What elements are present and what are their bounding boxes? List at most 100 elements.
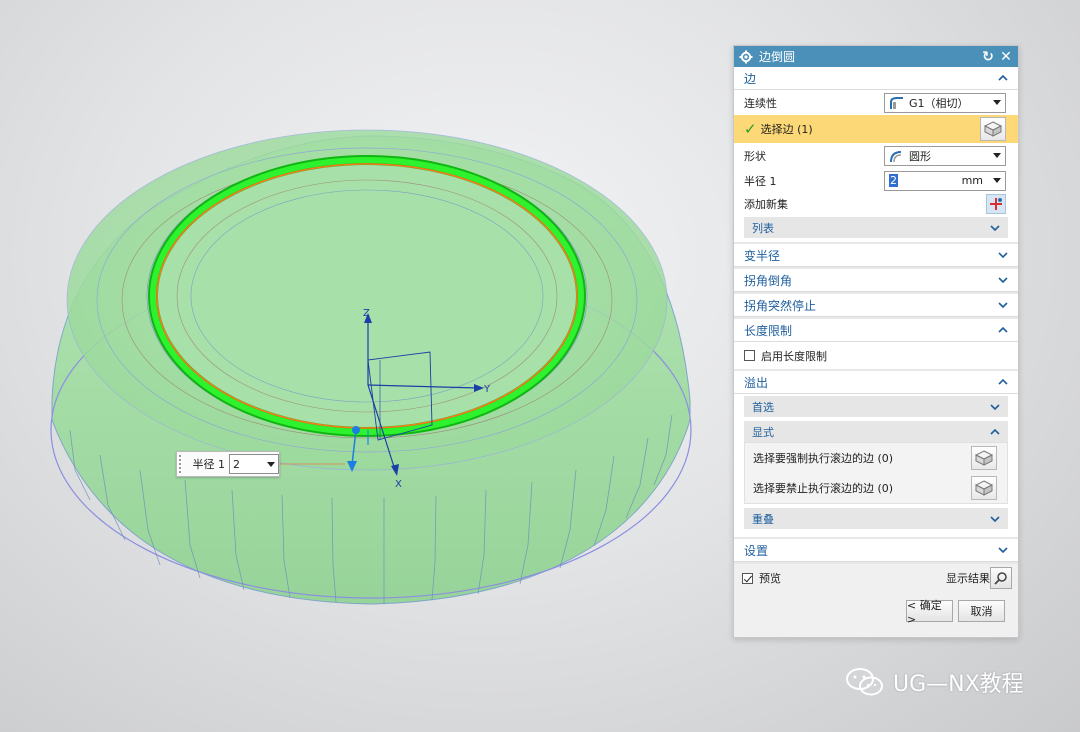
radius-input[interactable]: 2 mm: [884, 170, 1006, 191]
chevron-down-icon[interactable]: [990, 402, 1000, 412]
list-label: 列表: [752, 221, 774, 235]
dialog-title: 边倒圆: [759, 50, 796, 64]
add-set-label: 添加新集: [744, 198, 788, 211]
radius-label: 半径 1: [744, 174, 777, 188]
continuity-dropdown[interactable]: G1（相切）: [884, 92, 1006, 113]
floating-radius-field[interactable]: 2: [228, 454, 279, 474]
preferred-subsection-header[interactable]: 首选: [744, 396, 1008, 417]
edge-section: 边 连续性 G1（相切） ✓ 选择边 (1) 形状 圆形 半径 1 2 mm 添…: [734, 67, 1018, 244]
chevron-down-icon[interactable]: [998, 545, 1008, 555]
chevron-down-icon[interactable]: [267, 461, 275, 467]
select-edge-row[interactable]: ✓ 选择边 (1): [734, 115, 1018, 143]
tangent-icon: [890, 96, 903, 109]
force-roll-label: 选择要强制执行滚边的边 (0): [753, 452, 894, 465]
continuity-row: 连续性 G1（相切）: [734, 90, 1018, 115]
select-edge-button[interactable]: [980, 117, 1006, 141]
list-subsection-header[interactable]: 列表: [744, 217, 1008, 238]
forbid-roll-select-button[interactable]: [971, 476, 997, 500]
chevron-up-icon[interactable]: [990, 427, 1000, 437]
chevron-down-icon[interactable]: [998, 300, 1008, 310]
settings-title: 设置: [744, 543, 769, 558]
dialog-buttons-row: < 确定 > 取消: [734, 592, 1018, 628]
enable-length-limit-label: 启用长度限制: [761, 349, 827, 363]
watermark: UG—NX教程: [845, 666, 1024, 698]
close-icon[interactable]: ✕: [999, 49, 1013, 65]
preview-label: 预览: [759, 572, 781, 585]
show-result-button[interactable]: [990, 567, 1012, 589]
wechat-icon: [846, 668, 883, 696]
overflow-header[interactable]: 溢出: [734, 371, 1018, 394]
edge-section-header[interactable]: 边: [734, 67, 1018, 90]
magnifier-icon: [994, 572, 1007, 585]
edge-section-title: 边: [744, 71, 757, 86]
add-icon: [990, 198, 1002, 210]
circular-shape-icon: [890, 150, 902, 162]
forbid-roll-row: 选择要禁止执行滚边的边 (0): [745, 473, 1007, 503]
shape-value: 圆形: [909, 149, 931, 163]
cube-icon: [975, 450, 993, 466]
radius-value[interactable]: 2: [889, 174, 898, 187]
z-axis-label: Z: [363, 308, 370, 319]
cancel-button[interactable]: 取消: [958, 600, 1005, 622]
checkmark-icon: ✓: [744, 120, 757, 138]
preview-row: 预览 显示结果: [734, 564, 1018, 592]
radius-row: 半径 1 2 mm: [734, 168, 1018, 193]
x-axis-label: X: [395, 479, 402, 490]
corner-stop-section: 拐角突然停止: [734, 294, 1018, 319]
chevron-up-icon[interactable]: [998, 325, 1008, 335]
length-limit-title: 长度限制: [744, 323, 793, 338]
settings-section: 设置: [734, 539, 1018, 564]
add-new-set-button[interactable]: [986, 194, 1006, 214]
force-roll-select-button[interactable]: [971, 446, 997, 470]
floating-radius-value: 2: [232, 457, 240, 471]
explicit-group: 选择要强制执行滚边的边 (0) 选择要禁止执行滚边的边 (0): [744, 442, 1008, 504]
overflow-section: 溢出 首选 显式 选择要强制执行滚边的边 (0) 选择要禁止执行滚边的边 (0)…: [734, 371, 1018, 539]
cube-icon: [975, 480, 993, 496]
force-roll-row: 选择要强制执行滚边的边 (0): [745, 443, 1007, 473]
watermark-text: UG—NX教程: [893, 672, 1024, 697]
y-axis-label: Y: [483, 384, 491, 395]
ok-button[interactable]: < 确定 >: [906, 599, 953, 626]
corner-setback-title: 拐角倒角: [744, 273, 793, 288]
chevron-down-icon[interactable]: [990, 223, 1000, 233]
chevron-down-icon: [993, 100, 1001, 105]
chevron-down-icon: [993, 153, 1001, 158]
chevron-down-icon[interactable]: [993, 178, 1001, 183]
add-set-row: 添加新集: [734, 193, 1018, 215]
variable-radius-header[interactable]: 变半径: [734, 244, 1018, 267]
gear-icon: [739, 50, 753, 63]
settings-header[interactable]: 设置: [734, 539, 1018, 562]
chevron-up-icon[interactable]: [998, 377, 1008, 387]
shape-row: 形状 圆形: [734, 143, 1018, 168]
enable-length-limit-checkbox[interactable]: [744, 350, 755, 361]
corner-setback-header[interactable]: 拐角倒角: [734, 269, 1018, 292]
floating-radius-input[interactable]: 半径 1 2: [176, 451, 280, 477]
radius-unit: mm: [961, 174, 983, 187]
preferred-label: 首选: [752, 400, 774, 414]
length-limit-section: 长度限制 启用长度限制: [734, 319, 1018, 371]
floating-radius-label: 半径 1: [192, 458, 225, 471]
explicit-label: 显式: [752, 425, 774, 439]
overlap-subsection-header[interactable]: 重叠: [744, 508, 1008, 529]
drag-grip-icon[interactable]: [179, 455, 186, 473]
reset-icon[interactable]: ↻: [981, 49, 995, 65]
overflow-title: 溢出: [744, 375, 769, 390]
chevron-up-icon[interactable]: [998, 73, 1008, 83]
preview-checkbox[interactable]: [742, 572, 753, 584]
variable-radius-title: 变半径: [744, 248, 781, 263]
enable-length-limit-row[interactable]: 启用长度限制: [734, 342, 1018, 369]
shape-dropdown[interactable]: 圆形: [884, 145, 1006, 166]
corner-stop-header[interactable]: 拐角突然停止: [734, 294, 1018, 317]
shape-label: 形状: [744, 149, 766, 163]
continuity-label: 连续性: [744, 96, 777, 110]
chevron-down-icon[interactable]: [998, 250, 1008, 260]
length-limit-header[interactable]: 长度限制: [734, 319, 1018, 342]
chevron-down-icon[interactable]: [998, 275, 1008, 285]
chevron-down-icon[interactable]: [990, 514, 1000, 524]
cube-icon: [984, 121, 1002, 137]
corner-stop-title: 拐角突然停止: [744, 298, 817, 313]
explicit-subsection-header[interactable]: 显式: [744, 421, 1008, 442]
variable-radius-section: 变半径: [734, 244, 1018, 269]
show-result-label: 显示结果: [946, 572, 990, 585]
dialog-titlebar[interactable]: 边倒圆 ↻ ✕: [734, 46, 1018, 67]
